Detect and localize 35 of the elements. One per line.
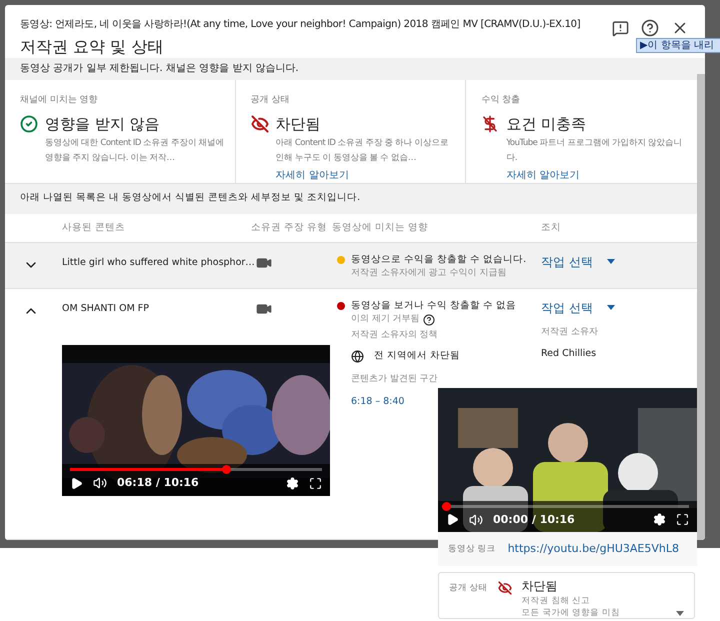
- card-label: 채널에 미치는 영향: [20, 94, 99, 107]
- dialog-title: 저작권 요약 및 상태: [20, 36, 164, 58]
- segment-label: 콘텐츠가 발견된 구간: [350, 373, 439, 386]
- card-status: 차단됨: [276, 114, 321, 136]
- impact-text: 동영상을 보거나 수익 창출할 수 없음: [351, 298, 516, 313]
- owner-label: 저작권 소유자: [541, 326, 599, 339]
- impact-text: 동영상으로 수익을 창출할 수 없습니다.: [351, 252, 526, 267]
- card-description: 아래 Content ID 소유권 주장 중 하나 이상으로 인해 누구도 이 동영상을 볼 수 없습…: [276, 136, 450, 165]
- column-header: 소유권 주장 유형: [251, 220, 328, 235]
- column-header: 사용된 콘텐츠: [61, 220, 126, 235]
- tooltip: ▶이 항목을 내리: [636, 38, 720, 53]
- column-header: 조치: [541, 220, 562, 235]
- content-title: OM SHANTI OM FP: [61, 302, 150, 316]
- list-intro-text: 아래 나열된 목록은 내 동영상에서 식별된 콘텐츠와 세부정보 및 조치입니다.: [20, 191, 360, 206]
- owner-name: Red Chillies: [541, 347, 598, 362]
- time-display: 06:18 / 10:16: [117, 475, 199, 492]
- card-description: YouTube 파트너 프로그램에 가입하지 않았습니다.: [506, 136, 684, 165]
- card-label: 공개 상태: [250, 94, 291, 107]
- status-detail: 모든 국가에 영향을 미침: [522, 607, 621, 619]
- card-description: 동영상에 대한 Content ID 소유권 주장이 채널에 영향을 주지 않습니다. 이는 저작…: [45, 136, 226, 165]
- status-label: 공개 상태: [449, 582, 488, 595]
- status-text: 차단됨: [522, 578, 559, 595]
- card-status: 영향을 받지 않음: [45, 114, 160, 136]
- status-detail: 저작권 침해 신고: [522, 595, 592, 607]
- notice-text: 동영상 공개가 일부 제한됩니다. 채널은 영향을 받지 않습니다.: [20, 62, 299, 76]
- card-label: 수익 창출: [481, 94, 522, 107]
- column-header: 동영상에 미치는 영향: [332, 220, 430, 235]
- link-label: 동영상 링크: [448, 542, 496, 556]
- card-status: 요건 미충족: [506, 114, 586, 136]
- impact-detail: 저작권 소유자에게 광고 수익이 지급됨: [351, 267, 506, 280]
- video-subtitle: 동영상: 언제라도, 네 이웃을 사랑하라!(At any time, Love your neighbor! Campaign) 2018 캠페인 MV [CRAMV(D.U.)-EX.10]: [20, 18, 582, 32]
- policy-label: 저작권 소유자의 정책: [350, 329, 439, 342]
- time-display: 00:00 / 10:16: [493, 512, 575, 528]
- impact-detail: 이의 제기 거부됨: [351, 312, 420, 326]
- policy-text: 전 지역에서 차단됨: [374, 348, 460, 363]
